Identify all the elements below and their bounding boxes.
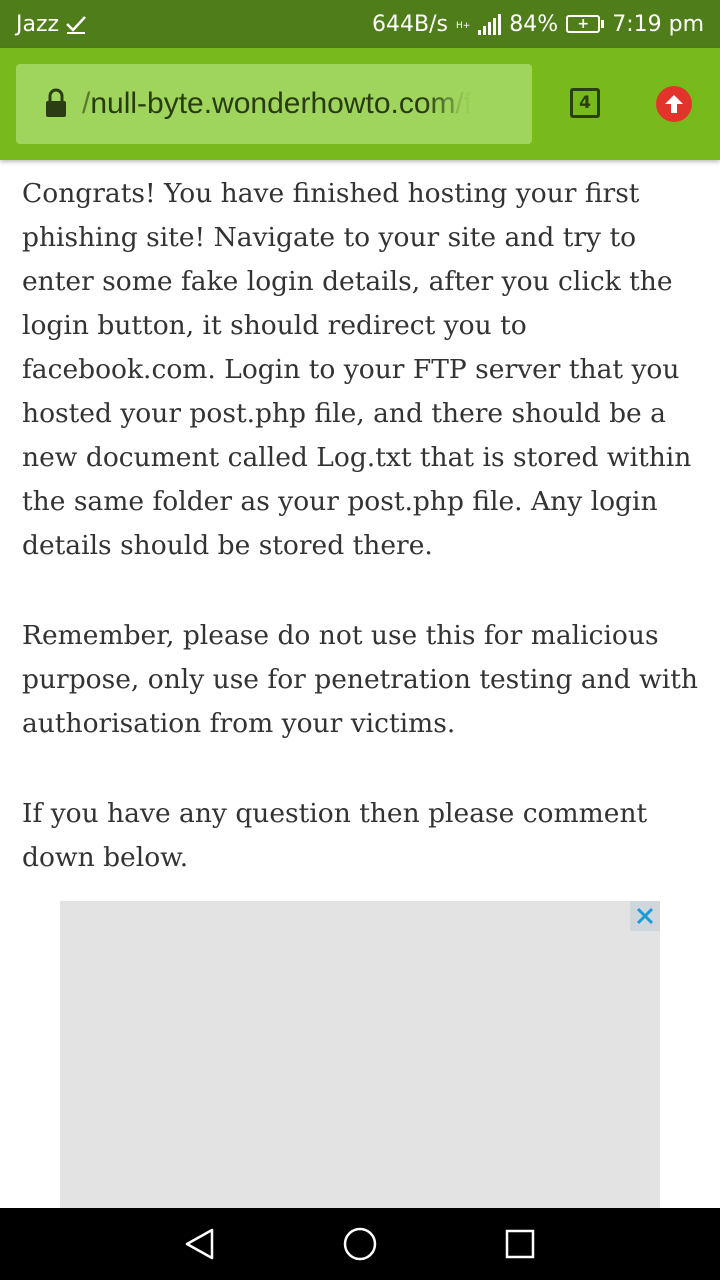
clock: 7:19 pm [612,11,704,37]
checkmark-icon [66,16,86,34]
arrow-up-icon [665,95,683,113]
article-body: Congrats! You have finished hosting your… [22,172,712,926]
article-paragraph: Congrats! You have finished hosting your… [22,178,692,561]
article-paragraph: If you have any question then please com… [22,798,648,873]
home-circle-icon[interactable] [342,1226,378,1262]
article-paragraph: Remember, please do not use this for mal… [22,620,698,739]
close-icon [636,907,654,925]
tab-switcher-button[interactable]: 4 [570,88,600,118]
carrier-name: Jazz [16,11,60,37]
url-domain: null-byte.wonderhowto.com [90,87,456,120]
signal-icon [478,13,502,35]
url-suffix: /f [455,87,473,120]
network-speed: 644B/s [372,11,448,37]
tab-count: 4 [579,93,591,113]
browser-toolbar: /null-byte.wonderhowto.com/f 4 [0,48,720,160]
system-nav-bar [0,1208,720,1280]
battery-percent: 84% [509,11,559,37]
lock-icon [46,88,66,117]
network-type: H+ [455,20,471,31]
url-text[interactable]: /null-byte.wonderhowto.com/f [82,87,472,121]
recents-square-icon[interactable] [502,1226,538,1262]
back-triangle-icon[interactable] [182,1226,218,1262]
ad-placeholder [60,901,660,1208]
url-bar[interactable]: /null-byte.wonderhowto.com/f [16,64,532,144]
status-right: 644B/s H+ 84% + 7:19 pm [372,12,704,37]
status-left: Jazz [16,12,87,37]
ad-close-button[interactable] [630,901,660,931]
status-bar: Jazz 644B/s H+ 84% + 7:19 pm [0,0,720,48]
battery-icon: + [566,15,605,33]
upload-button[interactable] [656,86,692,122]
